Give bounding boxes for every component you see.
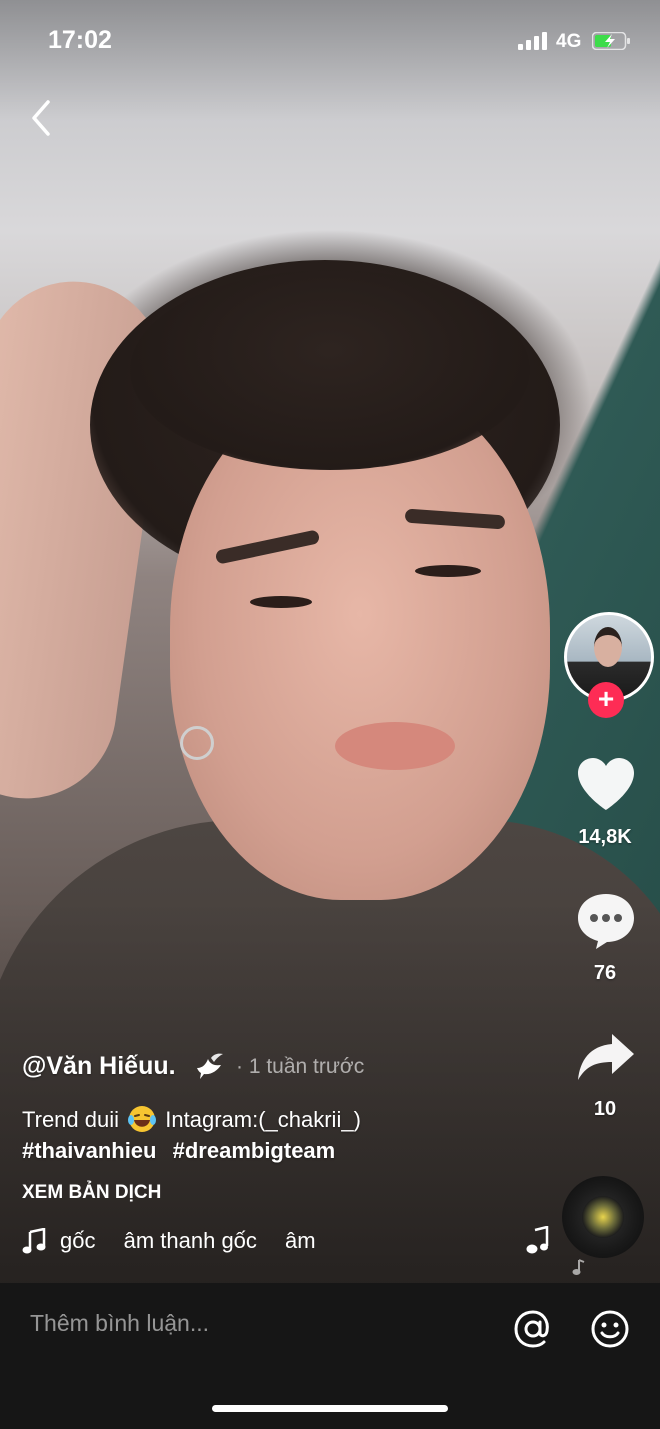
- video-description[interactable]: Trend duii Intagram:(_chakrii_): [22, 1105, 361, 1133]
- comment-count: 76: [593, 962, 617, 984]
- share-arrow-icon[interactable]: [576, 1032, 636, 1082]
- hashtag-link[interactable]: #dreambigteam: [173, 1138, 336, 1163]
- status-time: 17:02: [48, 26, 112, 54]
- mention-at-icon[interactable]: [512, 1308, 554, 1350]
- hashtag-link[interactable]: #thaivanhieu: [22, 1138, 156, 1163]
- see-translation-button[interactable]: XEM BẢN DỊCH: [22, 1182, 161, 1204]
- floating-music-note-small-icon: [572, 1259, 585, 1275]
- music-note-icon: [22, 1228, 46, 1254]
- emoji-smiley-icon[interactable]: [589, 1308, 631, 1350]
- cellular-signal-icon: [518, 32, 547, 50]
- music-marquee-text: gốc: [60, 1228, 96, 1253]
- back-chevron-icon[interactable]: [26, 98, 56, 138]
- music-marquee-text: âm thanh gốc: [123, 1228, 257, 1253]
- status-bar: 17:02 4G: [0, 0, 660, 80]
- avatar-figure: [594, 627, 622, 667]
- music-row[interactable]: gốc âm thanh gốc âm: [22, 1226, 522, 1260]
- comment-input[interactable]: Thêm bình luận...: [30, 1310, 209, 1337]
- music-disc-cover: [582, 1196, 624, 1238]
- follow-button[interactable]: +: [588, 682, 624, 718]
- video-subject-lips: [335, 722, 455, 770]
- music-disc[interactable]: [562, 1176, 644, 1258]
- share-count: 10: [593, 1098, 617, 1120]
- comment-bubble-icon[interactable]: [576, 892, 636, 950]
- music-marquee-text: âm: [285, 1228, 316, 1253]
- like-count: 14,8K: [578, 826, 632, 848]
- video-subject-eye-left: [250, 596, 312, 608]
- hashtag-list: #thaivanhieu #dreambigteam: [22, 1138, 345, 1164]
- description-text: Trend duii: [22, 1107, 120, 1132]
- video-subject-earring: [180, 726, 214, 760]
- tiktok-video-screen: 17:02 4G + 14,8K 76 10 @Văn Hiếuu. · 1 t…: [0, 0, 660, 1429]
- dove-icon: [197, 1053, 223, 1079]
- home-indicator[interactable]: [212, 1405, 448, 1412]
- laughing-tears-emoji-icon: [128, 1106, 157, 1132]
- like-heart-icon[interactable]: [576, 756, 636, 812]
- network-type: 4G: [556, 31, 582, 52]
- music-title-marquee: gốc âm thanh gốc âm: [60, 1228, 410, 1258]
- post-time-ago: · 1 tuần trước: [236, 1055, 365, 1078]
- author-username[interactable]: @Văn Hiếuu.: [22, 1052, 176, 1081]
- description-instagram-text: Intagram:(_chakrii_): [165, 1107, 361, 1132]
- video-player[interactable]: [0, 0, 660, 1283]
- video-subject-eye-right: [415, 565, 481, 577]
- floating-music-note-icon: [526, 1226, 549, 1254]
- battery-charging-icon: [592, 32, 630, 50]
- video-subject-fringe: [130, 270, 530, 470]
